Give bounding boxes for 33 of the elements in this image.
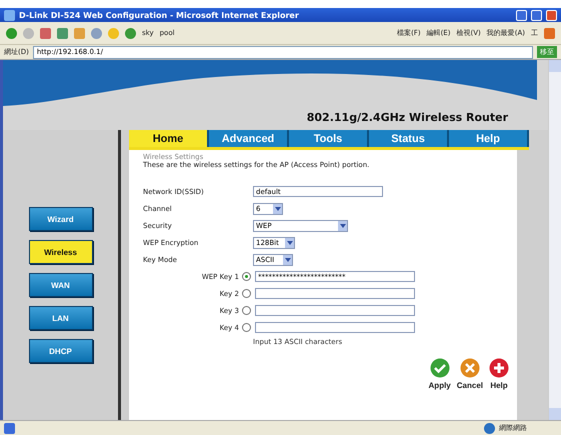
sidebar-button[interactable]: Wireless xyxy=(28,240,92,264)
plus-icon xyxy=(489,358,509,378)
close-button[interactable] xyxy=(546,10,557,20)
nav-tab[interactable]: Help xyxy=(449,130,529,147)
caret-icon xyxy=(284,258,290,262)
sidebar-button[interactable]: WAN xyxy=(28,273,92,297)
cancel-button[interactable]: Cancel xyxy=(456,358,483,390)
input-field[interactable] xyxy=(255,305,415,316)
minimize-button[interactable] xyxy=(516,10,527,20)
check-icon xyxy=(430,358,450,378)
window-title: D-Link DI-524 Web Configuration - Microsoft Internet Explorer xyxy=(19,10,300,20)
caret-icon xyxy=(286,240,292,244)
caret-icon xyxy=(274,206,280,210)
help-button[interactable]: Help xyxy=(489,358,509,390)
radio-button[interactable] xyxy=(242,272,251,281)
scrollbar[interactable] xyxy=(548,60,561,420)
sidebar-button[interactable]: DHCP xyxy=(28,339,92,363)
apply-button[interactable]: Apply xyxy=(428,358,451,390)
nav-tab[interactable]: Status xyxy=(369,130,449,147)
input-field[interactable] xyxy=(255,288,415,299)
radio-button[interactable] xyxy=(242,289,251,298)
caret-icon xyxy=(340,224,346,228)
maximize-button[interactable] xyxy=(531,10,542,20)
nav-tab[interactable]: Tools xyxy=(289,130,369,147)
sidebar-button[interactable]: LAN xyxy=(28,306,92,330)
product-title: 802.11g/2.4GHz Wireless Router xyxy=(306,111,508,124)
input-field[interactable] xyxy=(255,322,415,333)
sidebar-button[interactable]: Wizard xyxy=(28,207,92,231)
nav-tab[interactable]: Advanced xyxy=(209,130,289,147)
radio-button[interactable] xyxy=(242,306,251,315)
cross-icon xyxy=(460,358,480,378)
nav-tab[interactable]: Home xyxy=(129,130,209,147)
radio-button[interactable] xyxy=(242,323,251,332)
